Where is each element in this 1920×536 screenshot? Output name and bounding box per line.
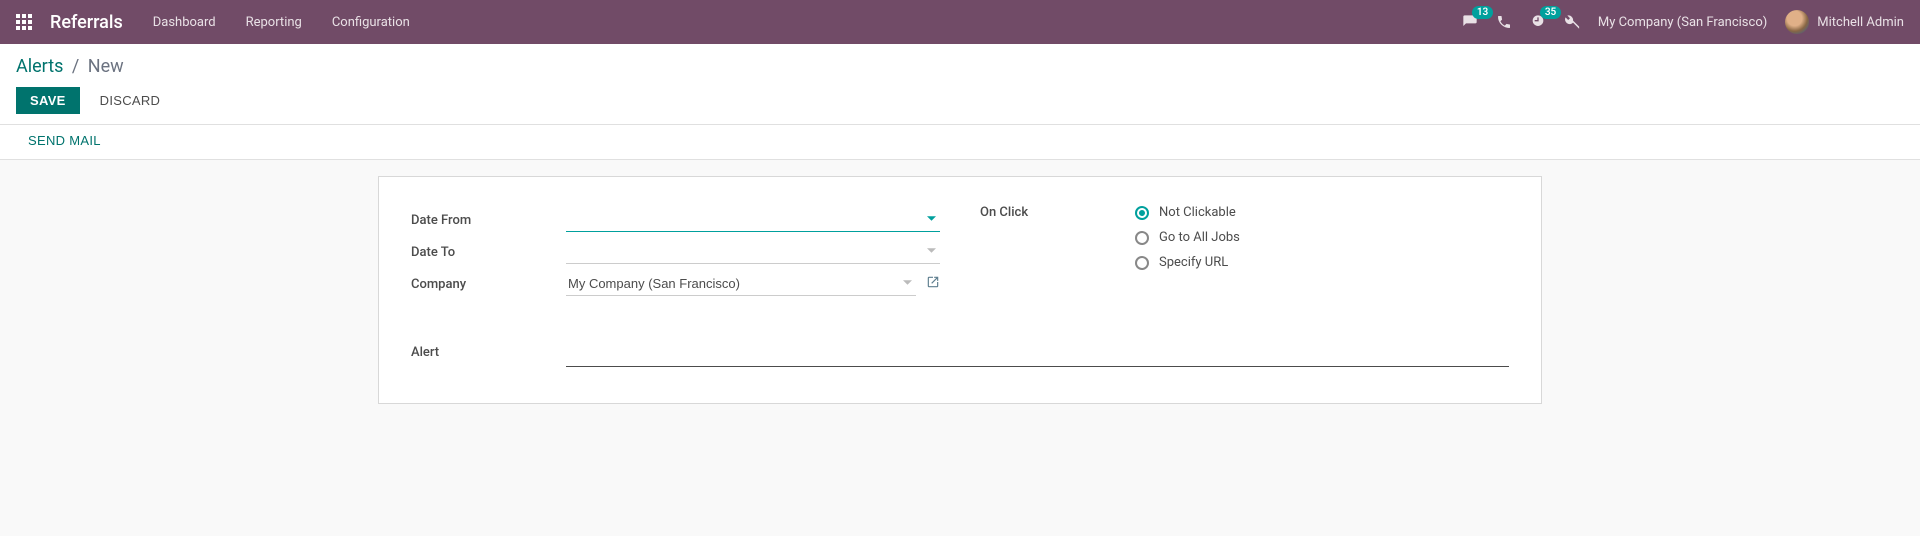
status-bar: SEND MAIL xyxy=(0,125,1920,160)
company-input[interactable] xyxy=(566,272,916,296)
action-bar: SAVE DISCARD xyxy=(0,83,1920,124)
radio-not-clickable[interactable]: Not Clickable xyxy=(1135,205,1240,220)
discard-button[interactable]: DISCARD xyxy=(94,87,167,114)
label-company: Company xyxy=(411,277,566,292)
user-name: Mitchell Admin xyxy=(1817,15,1904,30)
radio-go-to-all-jobs[interactable]: Go to All Jobs xyxy=(1135,230,1240,245)
nav-menu-reporting[interactable]: Reporting xyxy=(246,15,302,30)
user-menu[interactable]: Mitchell Admin xyxy=(1785,10,1904,34)
debug-icon[interactable] xyxy=(1564,14,1580,30)
save-button[interactable]: SAVE xyxy=(16,87,80,114)
activities-badge: 35 xyxy=(1540,6,1561,19)
avatar xyxy=(1785,10,1809,34)
nav-menu-dashboard[interactable]: Dashboard xyxy=(153,15,216,30)
control-panel: Alerts / New SAVE DISCARD xyxy=(0,44,1920,125)
messages-badge: 13 xyxy=(1472,6,1493,19)
activities-icon[interactable]: 35 xyxy=(1530,14,1546,30)
nav-menu: Dashboard Reporting Configuration xyxy=(153,15,410,30)
date-to-input[interactable] xyxy=(566,240,940,264)
breadcrumb-current: New xyxy=(88,56,124,77)
label-date-to: Date To xyxy=(411,245,566,260)
date-from-input[interactable] xyxy=(566,208,940,232)
messages-icon[interactable]: 13 xyxy=(1462,14,1478,30)
company-switcher[interactable]: My Company (San Francisco) xyxy=(1598,15,1767,30)
form-sheet: Date From Date To xyxy=(378,176,1542,404)
breadcrumb-sep: / xyxy=(72,56,79,77)
external-link-icon[interactable] xyxy=(926,275,940,293)
label-alert: Alert xyxy=(411,345,566,360)
label-on-click: On Click xyxy=(980,205,1135,220)
breadcrumb-parent[interactable]: Alerts xyxy=(16,56,63,77)
send-mail-button[interactable]: SEND MAIL xyxy=(28,133,101,148)
app-brand[interactable]: Referrals xyxy=(50,12,123,33)
nav-menu-configuration[interactable]: Configuration xyxy=(332,15,410,30)
breadcrumb: Alerts / New xyxy=(0,44,1920,83)
phone-icon[interactable] xyxy=(1496,14,1512,30)
top-navbar: Referrals Dashboard Reporting Configurat… xyxy=(0,0,1920,44)
on-click-radio-group: Not Clickable Go to All Jobs Specify URL xyxy=(1135,205,1240,270)
label-date-from: Date From xyxy=(411,213,566,228)
alert-input[interactable] xyxy=(566,345,1509,367)
radio-specify-url[interactable]: Specify URL xyxy=(1135,255,1240,270)
apps-icon[interactable] xyxy=(16,14,32,30)
